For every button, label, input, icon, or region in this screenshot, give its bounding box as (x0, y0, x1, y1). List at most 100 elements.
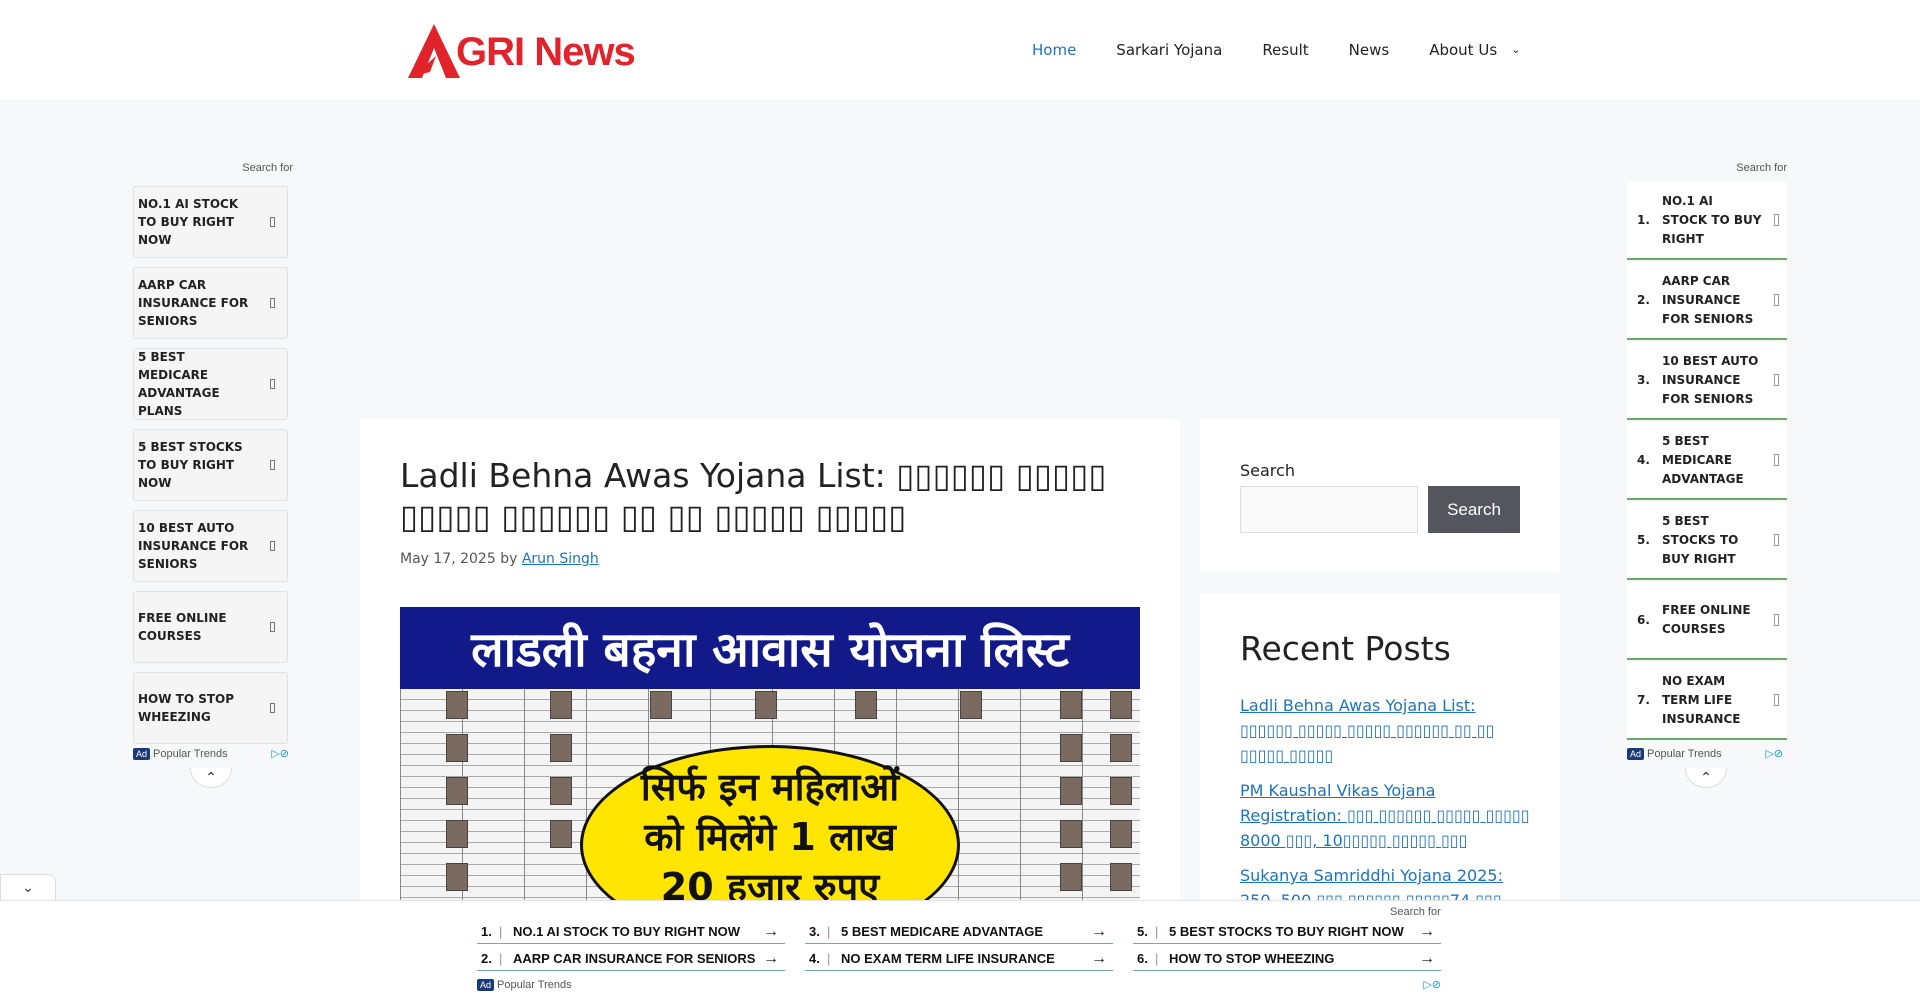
arrow-right-icon: → (1091, 949, 1107, 967)
left-ad-column: Search for NO.1 AI STOCK TO BUY RIGHT NO… (133, 162, 293, 788)
ad-footer: Ad Popular Trends ▷⊘ (133, 747, 293, 761)
recent-post-link[interactable]: PM Kaushal Vikas Yojana Registration: ▯▯… (1240, 778, 1530, 853)
list-photo (550, 734, 572, 762)
bottom-ad-item[interactable]: 3. | 5 BEST MEDICARE ADVANTAGE → (805, 920, 1113, 944)
recent-post-link[interactable]: Ladli Behna Awas Yojana List: ▯▯▯▯▯▯ ▯▯▯… (1240, 693, 1530, 768)
list-photo (855, 691, 877, 719)
bottom-ad-item-label: NO.1 AI STOCK TO BUY RIGHT NOW (513, 924, 741, 939)
left-ad-item-label: 5 BEST STOCKS TO BUY RIGHT NOW (138, 440, 243, 490)
bottom-ad-item-num: 2. (481, 951, 492, 966)
list-photo (650, 691, 672, 719)
nav-news[interactable]: News (1349, 41, 1390, 59)
left-ad-item[interactable]: 5 BEST MEDICARE ADVANTAGE PLANS (133, 348, 288, 420)
adchoices-icon[interactable]: ▷⊘ (271, 747, 289, 760)
ad-search-for-label: Search for (242, 162, 293, 174)
list-photo (446, 691, 468, 719)
left-ad-item-label: FREE ONLINE COURSES (138, 611, 227, 643)
author-link[interactable]: Arun Singh (522, 551, 599, 567)
arrow-right-icon (1774, 374, 1779, 386)
list-photo (1110, 777, 1132, 805)
right-ad-item-num: 3. (1637, 373, 1650, 387)
nav-result[interactable]: Result (1262, 41, 1308, 59)
right-ad-item[interactable]: 7. NO EXAM TERM LIFE INSURANCE (1627, 662, 1787, 740)
search-button[interactable]: Search (1428, 486, 1520, 533)
arrow-right-icon (270, 217, 275, 227)
arrow-right-icon: → (763, 949, 779, 967)
bottom-ad-item-label: HOW TO STOP WHEEZING (1169, 951, 1335, 966)
bottom-ad-item-label: 5 BEST MEDICARE ADVANTAGE (841, 924, 1043, 939)
left-ad-item[interactable]: AARP CAR INSURANCE FOR SENIORS (133, 267, 288, 339)
bottom-ad-bar: Search for 1. | NO.1 AI STOCK TO BUY RIGHT… (0, 900, 1920, 993)
right-ad-item[interactable]: 2. AARP CAR INSURANCE FOR SENIORS (1627, 262, 1787, 340)
right-ad-column: Search for 1. NO.1 AI STOCK TO BUY RIGHT … (1627, 162, 1787, 788)
bottom-ad-item[interactable]: 4. | NO EXAM TERM LIFE INSURANCE → (805, 947, 1113, 971)
bottom-ad-item-label: AARP CAR INSURANCE FOR SENIORS (513, 951, 756, 966)
ad-badge: Ad (133, 748, 151, 760)
arrow-right-icon (270, 541, 275, 551)
right-ad-item[interactable]: 5. 5 BEST STOCKS TO BUY RIGHT (1627, 502, 1787, 580)
list-photo (755, 691, 777, 719)
bottom-ad-item[interactable]: 5. | 5 BEST STOCKS TO BUY RIGHT NOW → (1133, 920, 1441, 944)
arrow-right-icon (270, 703, 275, 713)
arrow-right-icon: → (1419, 922, 1435, 940)
right-ad-item-num: 2. (1637, 293, 1650, 307)
nav-about-us[interactable]: About Us ⌄ (1429, 41, 1520, 59)
separator: | (827, 951, 831, 966)
list-photo (446, 820, 468, 848)
hero-banner-text: लाडली बहना आवास योजना लिस्ट (400, 607, 1140, 689)
nav-about-us-label: About Us (1429, 40, 1498, 59)
search-input[interactable] (1240, 486, 1418, 533)
list-photo (1060, 777, 1082, 805)
popular-trends-label: Popular Trends (153, 748, 228, 760)
right-ad-item-num: 1. (1637, 213, 1650, 227)
article-meta: May 17, 2025 by Arun Singh (400, 551, 599, 567)
right-ad-item[interactable]: 3. 10 BEST AUTO INSURANCE FOR SENIORS (1627, 342, 1787, 420)
left-ad-item[interactable]: 10 BEST AUTO INSURANCE FOR SENIORS (133, 510, 288, 582)
left-ad-item-label: 10 BEST AUTO INSURANCE FOR SENIORS (138, 521, 249, 571)
right-ad-item[interactable]: 1. NO.1 AI STOCK TO BUY RIGHT (1627, 182, 1787, 260)
left-ad-item[interactable]: 5 BEST STOCKS TO BUY RIGHT NOW (133, 429, 288, 501)
hero-image[interactable]: लाडली बहना आवास योजना लिस्ट सिर्फ इन महि… (400, 607, 1140, 907)
bottom-ad-item[interactable]: 6. | HOW TO STOP WHEEZING → (1133, 947, 1441, 971)
arrow-right-icon (1774, 214, 1779, 226)
main-nav: Home Sarkari Yojana Result News About Us… (1032, 0, 1560, 99)
hero-callout-line: सिर्फ इन महिलाओं (640, 765, 900, 809)
right-ad-item-num: 6. (1637, 613, 1650, 627)
nav-sarkari-yojana[interactable]: Sarkari Yojana (1116, 41, 1222, 59)
bottom-ad-item[interactable]: 2. | AARP CAR INSURANCE FOR SENIORS → (477, 947, 785, 971)
adchoices-icon[interactable]: ▷⊘ (1765, 747, 1783, 760)
arrow-right-icon (270, 298, 275, 308)
left-ad-item[interactable]: HOW TO STOP WHEEZING (133, 672, 288, 744)
right-ad-item-label: NO.1 AI STOCK TO BUY RIGHT (1662, 193, 1762, 246)
expand-bottom-ad-button[interactable]: ⌄ (0, 874, 56, 900)
right-ad-item-label: NO EXAM TERM LIFE INSURANCE (1662, 673, 1741, 726)
list-photo (1060, 863, 1082, 891)
right-ad-item-num: 5. (1637, 533, 1650, 547)
by-label: by (500, 551, 518, 567)
popular-trends-label: Popular Trends (1647, 748, 1722, 760)
left-ad-item[interactable]: FREE ONLINE COURSES (133, 591, 288, 663)
bottom-ad-item-num: 1. (481, 924, 492, 939)
ad-footer: Ad Popular Trends ▷⊘ (1627, 747, 1787, 761)
list-photo (446, 863, 468, 891)
list-photo (1110, 820, 1132, 848)
list-photo (446, 734, 468, 762)
site-logo[interactable]: GRI News (406, 20, 636, 78)
bottom-ad-item-num: 5. (1137, 924, 1148, 939)
ad-badge: Ad (1627, 748, 1645, 760)
chevron-down-icon[interactable]: ⌄ (1511, 43, 1520, 56)
nav-home[interactable]: Home (1032, 41, 1076, 59)
collapse-ad-button[interactable]: ⌃ (190, 768, 232, 788)
right-ad-item[interactable]: 4. 5 BEST MEDICARE ADVANTAGE (1627, 422, 1787, 500)
list-photo (550, 777, 572, 805)
arrow-right-icon (1774, 534, 1779, 546)
right-ad-item[interactable]: 6. FREE ONLINE COURSES (1627, 582, 1787, 660)
post-date: May 17, 2025 (400, 551, 496, 567)
ad-footer: Ad Popular Trends ▷⊘ (477, 978, 1441, 992)
list-photo (1060, 820, 1082, 848)
left-ad-item[interactable]: NO.1 AI STOCK TO BUY RIGHT NOW (133, 186, 288, 258)
bottom-ad-item[interactable]: 1. | NO.1 AI STOCK TO BUY RIGHT NOW → (477, 920, 785, 944)
right-ad-item-num: 7. (1637, 693, 1650, 707)
collapse-ad-button[interactable]: ⌃ (1685, 768, 1727, 788)
adchoices-icon[interactable]: ▷⊘ (1423, 978, 1441, 991)
